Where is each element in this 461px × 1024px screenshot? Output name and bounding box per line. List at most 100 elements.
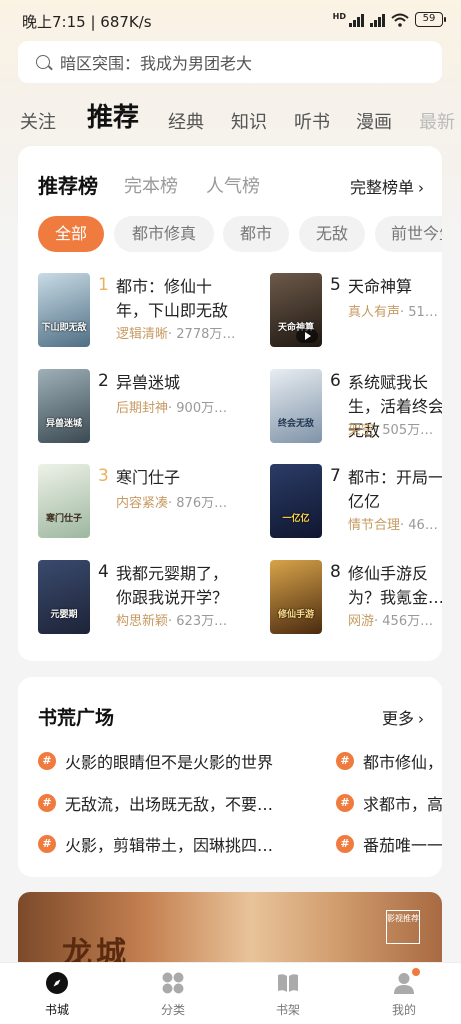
search-icon (36, 55, 50, 69)
topic-text: 火影的眼睛但不是火影的世界 (65, 753, 274, 772)
topic-item[interactable]: # 都市修仙，… (336, 749, 442, 773)
user-icon (392, 968, 420, 995)
book-tag: 后期封神 (116, 401, 169, 416)
book-item-6[interactable]: 终会无敌 6 系统赋我长生，活着终会无敌 架空· 505万… (270, 369, 442, 447)
nav-category[interactable]: 分类 (143, 971, 203, 1018)
status-icons: HD 59 (333, 12, 446, 27)
signal-icon (349, 13, 364, 27)
search-placeholder: 暗区突围：我成为男团老大 (60, 54, 253, 73)
search-bar[interactable]: 暗区突围：我成为男团老大 (18, 41, 442, 83)
rank-number: 8 (330, 562, 341, 582)
hashtag-icon: # (336, 794, 354, 812)
book-item-2[interactable]: 异兽迷城 2 异兽迷城 后期封神· 900万… (38, 369, 238, 447)
hashtag-icon: # (336, 752, 354, 770)
book-title: 修仙手游反为？我氪金… (348, 564, 442, 607)
tab-latest[interactable]: 最新 (419, 108, 455, 134)
book-count: · 876万… (168, 496, 228, 511)
book-title: 都市：修仙十年，下山即无敌 (116, 277, 229, 320)
book-item-8[interactable]: 修仙手游 8 修仙手游反为？我氪金… 网游· 456万… (270, 560, 442, 638)
book-meta: 情节合理· 46… (348, 514, 442, 533)
book-tag: 网游 (348, 614, 375, 629)
book-title: 天命神算 (348, 277, 413, 296)
topic-item[interactable]: # 火影的眼睛但不是火影的世界 (38, 749, 318, 773)
book-item-5[interactable]: 天命神算 5 天命神算 真人有声· 51… (270, 273, 442, 351)
tab-finished-rank[interactable]: 完本榜 (124, 172, 178, 198)
book-cover: 修仙手游 (270, 560, 322, 634)
rank-number: 1 (98, 275, 109, 295)
nav-bookshelf[interactable]: 书架 (258, 971, 318, 1018)
wifi-icon (391, 13, 409, 27)
book-meta: 构思新颖· 623万… (116, 610, 240, 629)
more-link[interactable]: 更多 › (382, 705, 424, 729)
cover-title: 修仙手游 (277, 610, 314, 620)
status-bar: 晚上7:15 | 687K/s HD 59 (0, 0, 461, 40)
book-meta: 后期封神· 900万… (116, 397, 240, 416)
rank-number: 4 (98, 562, 109, 582)
hashtag-icon: # (336, 835, 354, 853)
book-count: · 623万… (168, 614, 228, 629)
book-item-1[interactable]: 下山即无敌 1 都市：修仙十年，下山即无敌 逻辑清晰· 2778万… (38, 273, 238, 351)
book-count: · 2778万… (168, 327, 236, 342)
nav-bookstore[interactable]: 书城 (27, 971, 87, 1018)
book-cover: 寒门仕子 (38, 464, 90, 538)
book-square-card: 书荒广场 更多› # 火影的眼睛但不是火影的世界 # 都市修仙，… # 无敌流，出场既… (18, 677, 442, 877)
book-count: · 505万… (374, 423, 434, 438)
nav-label: 我的 (391, 1003, 416, 1017)
book-tag: 内容紧凑 (116, 496, 169, 511)
book-tag: 构思新颖 (116, 614, 169, 629)
tab-follow[interactable]: 关注 (20, 108, 56, 134)
nav-profile[interactable]: 我的 (374, 968, 434, 1018)
play-icon (296, 329, 318, 343)
status-time: 晚上7:15 | 687K/s (22, 13, 152, 31)
book-count: · 46… (400, 518, 438, 533)
full-list-link[interactable]: 完整榜单 › (350, 174, 424, 198)
book-cover: 元婴期 (38, 560, 90, 634)
signal-icon-2 (370, 13, 385, 27)
compass-icon (45, 971, 69, 995)
book-cover: 天命神算 (270, 273, 322, 347)
book-tag: 逻辑清晰 (116, 327, 169, 342)
tab-recommend[interactable]: 推荐 (87, 97, 139, 134)
chip-past-life[interactable]: 前世今生 (375, 216, 442, 252)
book-tag: 情节合理 (348, 518, 401, 533)
category-tabs: 关注 推荐 经典 知识 听书 漫画 最新 (0, 92, 461, 136)
cover-title: 下山即无敌 (41, 323, 87, 333)
topic-item[interactable]: # 番茄唯一一… (336, 832, 442, 856)
chip-all[interactable]: 全部 (38, 216, 104, 252)
book-count: · 51… (400, 305, 438, 320)
tab-audiobook[interactable]: 听书 (294, 108, 330, 134)
book-tag: 真人有声 (348, 305, 401, 320)
chip-invincible[interactable]: 无敌 (299, 216, 365, 252)
topic-text: 求都市，高… (363, 795, 442, 814)
tab-comics[interactable]: 漫画 (356, 108, 392, 134)
book-item-3[interactable]: 寒门仕子 3 寒门仕子 内容紧凑· 876万… (38, 464, 238, 542)
book-item-7[interactable]: 一亿亿 7 都市：开局一亿亿 情节合理· 46… (270, 464, 442, 542)
book-item-4[interactable]: 元婴期 4 我都元婴期了，你跟我说开学？ 构思新颖· 623万… (38, 560, 238, 638)
tab-knowledge[interactable]: 知识 (231, 108, 267, 134)
ranking-header: 推荐榜 完本榜 人气榜 完整榜单 › (38, 170, 424, 198)
chip-urban-cultivation[interactable]: 都市修真 (114, 216, 214, 252)
tab-recommend-rank[interactable]: 推荐榜 (38, 170, 98, 199)
tab-classic[interactable]: 经典 (168, 108, 204, 134)
book-count: · 456万… (374, 614, 434, 629)
rank-number: 7 (330, 466, 341, 486)
rank-number: 2 (98, 371, 109, 391)
nav-label: 书架 (275, 1003, 300, 1017)
nav-label: 书城 (44, 1003, 69, 1017)
book-tag: 架空 (348, 423, 375, 438)
tab-popular-rank[interactable]: 人气榜 (206, 172, 260, 198)
book-meta: 内容紧凑· 876万… (116, 492, 240, 511)
more-label: 更多 (381, 709, 414, 728)
book-title: 异兽迷城 (116, 373, 181, 392)
topic-item[interactable]: # 求都市，高… (336, 791, 442, 815)
topic-item[interactable]: # 无敌流，出场既无敌，不要… (38, 791, 318, 815)
rank-number: 3 (98, 466, 109, 486)
battery-icon: 59 (415, 12, 446, 27)
topic-item[interactable]: # 火影，剪辑带土，因琳挑四… (38, 832, 318, 856)
hashtag-icon: # (38, 835, 56, 853)
book-meta: 逻辑清晰· 2778万… (116, 323, 240, 342)
rank-number: 5 (330, 275, 341, 295)
book-title: 我都元婴期了，你跟我说开学？ (116, 564, 229, 607)
chip-urban[interactable]: 都市 (223, 216, 289, 252)
cover-title: 终会无敌 (277, 419, 314, 429)
